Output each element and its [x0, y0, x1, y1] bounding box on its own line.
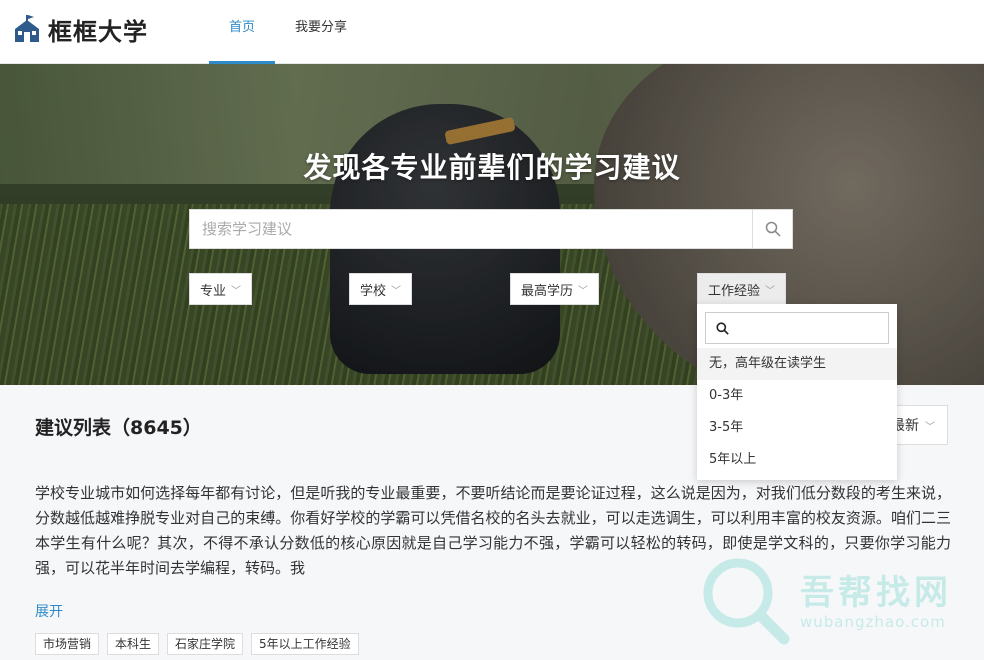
- watermark-url: wubangzhao.com: [800, 613, 946, 631]
- tag-school[interactable]: 石家庄学院: [167, 633, 244, 655]
- search-button[interactable]: [752, 210, 792, 248]
- magnifier-watermark-icon: [703, 558, 790, 645]
- post-tags: 市场营销 本科生 石家庄学院 5年以上工作经验: [35, 633, 359, 655]
- search-bar: [189, 209, 793, 249]
- filter-degree-label: 最高学历: [521, 283, 574, 299]
- top-header: 框框大学 首页 我要分享: [0, 0, 984, 64]
- dropdown-option[interactable]: 无，高年级在读学生: [697, 348, 897, 380]
- watermark: 吾帮找网 wubangzhao.com: [700, 555, 984, 645]
- filter-school-label: 学校: [360, 283, 387, 299]
- dropdown-search: [705, 312, 889, 344]
- tag-major[interactable]: 市场营销: [35, 633, 100, 655]
- list-title: 建议列表（8645）: [35, 417, 202, 439]
- work-experience-dropdown: 无，高年级在读学生 0-3年 3-5年 5年以上: [697, 304, 897, 480]
- nav-home[interactable]: 首页: [209, 0, 276, 64]
- tag-degree[interactable]: 本科生: [107, 633, 160, 655]
- chevron-down-icon: ﹀: [391, 285, 402, 297]
- filter-work-experience[interactable]: 工作经验 ﹀: [697, 273, 787, 305]
- watermark-text: 吾帮找网: [800, 573, 952, 613]
- logo[interactable]: 框框大学: [12, 12, 148, 47]
- dropdown-search-input[interactable]: [735, 314, 885, 342]
- logo-text: 框框大学: [48, 18, 148, 46]
- dropdown-option[interactable]: 3-5年: [697, 412, 897, 444]
- search-icon: [716, 321, 729, 335]
- search-input[interactable]: [190, 210, 753, 248]
- filter-degree[interactable]: 最高学历 ﹀: [510, 273, 600, 305]
- main-nav: 首页 我要分享: [209, 0, 347, 64]
- chevron-down-icon: ﹀: [925, 421, 935, 433]
- chevron-down-icon: ﹀: [231, 285, 242, 297]
- chevron-down-icon: ﹀: [765, 285, 776, 297]
- dropdown-option[interactable]: 0-3年: [697, 380, 897, 412]
- filter-major-label: 专业: [200, 283, 227, 299]
- filter-school[interactable]: 学校 ﹀: [349, 273, 413, 305]
- expand-link[interactable]: 展开: [35, 601, 63, 621]
- nav-share[interactable]: 我要分享: [275, 0, 347, 64]
- search-icon: [765, 221, 781, 237]
- filter-work-experience-label: 工作经验: [708, 283, 761, 299]
- tag-experience[interactable]: 5年以上工作经验: [251, 633, 359, 655]
- chevron-down-icon: ﹀: [578, 285, 589, 297]
- hero-title: 发现各专业前辈们的学习建议: [303, 151, 681, 184]
- dropdown-option[interactable]: 5年以上: [697, 444, 897, 476]
- filter-major[interactable]: 专业 ﹀: [189, 273, 253, 305]
- school-logo-icon: [15, 14, 39, 42]
